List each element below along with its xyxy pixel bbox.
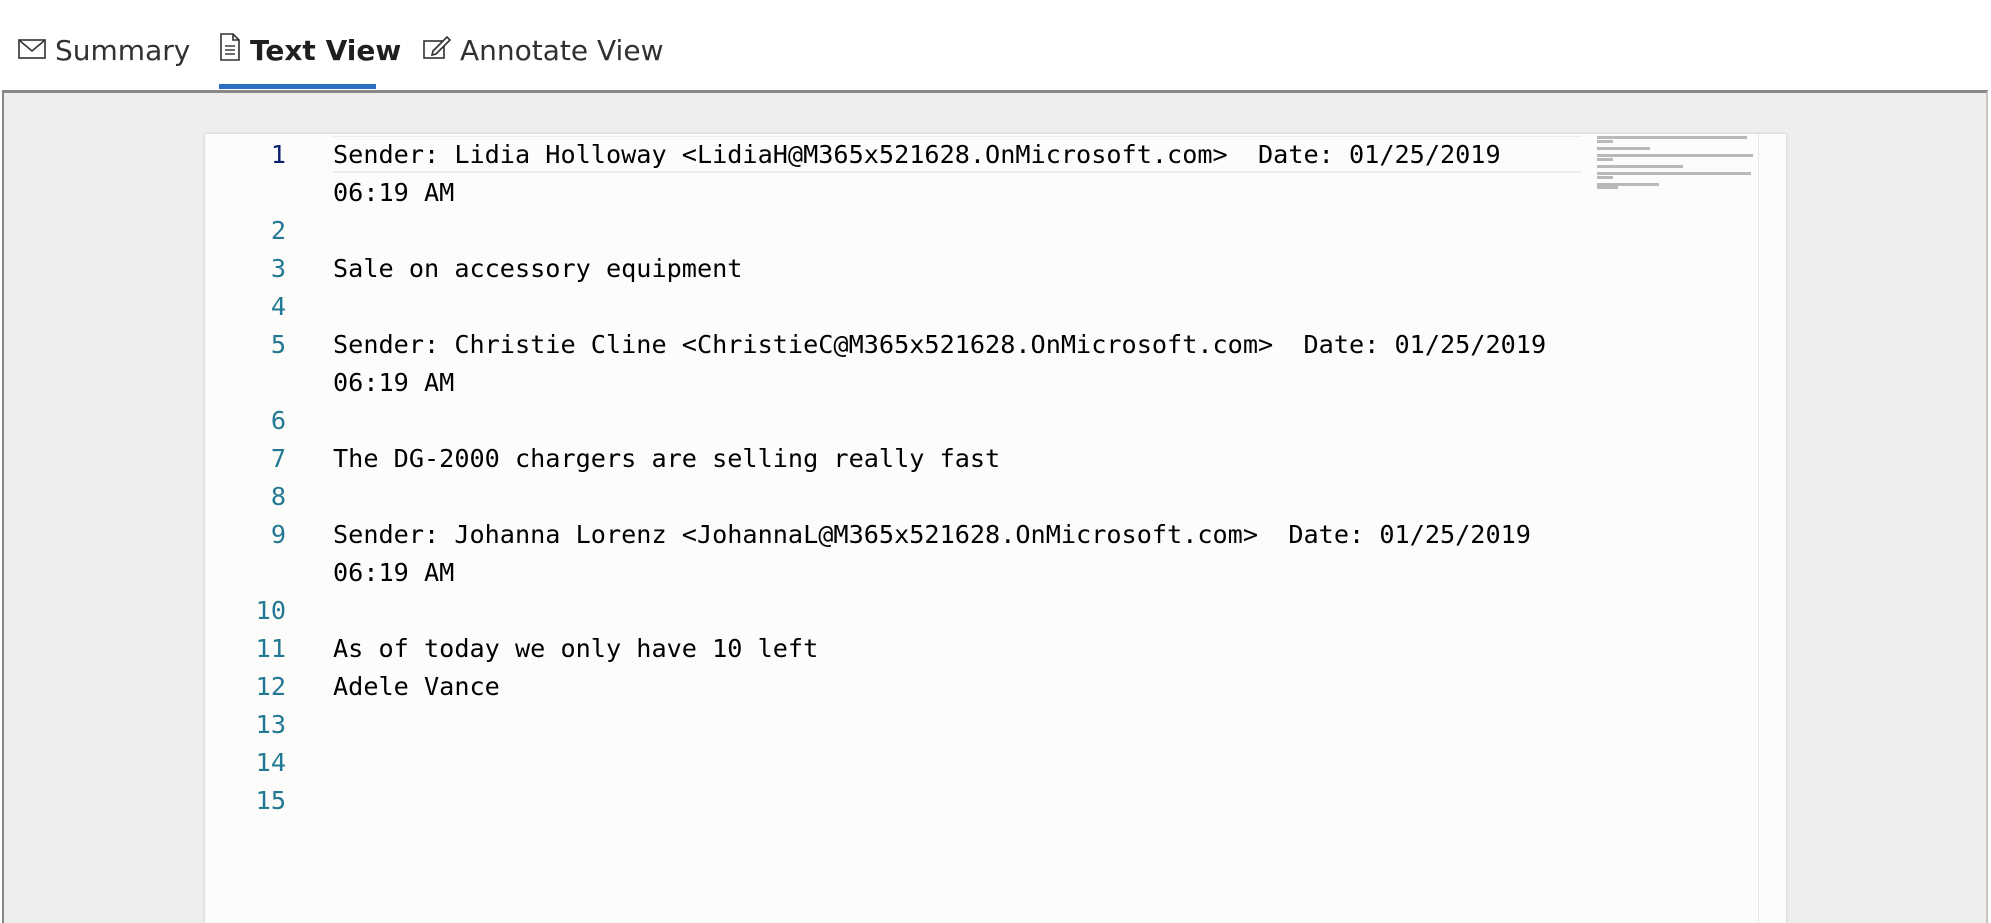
- line-text: Sender: Johanna Lorenz <JohannaL@M365x52…: [333, 520, 1531, 549]
- editor-line[interactable]: 4: [205, 288, 1786, 326]
- editor-line[interactable]: 1 Sender: Lidia Holloway <LidiaH@M365x521…: [205, 136, 1786, 174]
- tab-summary-label: Summary: [55, 33, 191, 67]
- edit-icon: [423, 34, 452, 67]
- line-number: 6: [270, 406, 286, 435]
- editor-line[interactable]: 8: [205, 478, 1786, 516]
- tab-text-view-label: Text View: [250, 33, 402, 67]
- line-number: 7: [270, 444, 286, 473]
- line-text: Sender: Christie Cline <ChristieC@M365x5…: [333, 330, 1547, 359]
- editor-line[interactable]: 11 As of today we only have 10 left: [205, 630, 1786, 668]
- line-number: 15: [255, 786, 286, 815]
- line-number: 4: [270, 292, 286, 321]
- tab-text-view[interactable]: Text View: [219, 28, 401, 72]
- line-number: 11: [255, 634, 286, 663]
- line-text: Adele Vance: [333, 672, 500, 701]
- tab-bar: Summary Text View Annotate View: [0, 0, 1991, 91]
- line-text: 06:19 AM: [333, 178, 455, 207]
- line-text: As of today we only have 10 left: [333, 634, 819, 663]
- line-number: 3: [270, 254, 286, 283]
- editor-line[interactable]: 14: [205, 744, 1786, 782]
- line-number: 14: [255, 748, 286, 777]
- editor-line[interactable]: 3 Sale on accessory equipment: [205, 250, 1786, 288]
- active-tab-indicator: [219, 84, 376, 89]
- editor-line[interactable]: 06:19 AM: [205, 554, 1786, 592]
- editor-line[interactable]: 2: [205, 212, 1786, 250]
- editor-line[interactable]: 15: [205, 782, 1786, 820]
- line-number: 10: [255, 596, 286, 625]
- line-text: 06:19 AM: [333, 558, 455, 587]
- line-number: 1: [270, 140, 286, 169]
- line-number: 8: [270, 482, 286, 511]
- tab-summary[interactable]: Summary: [18, 28, 190, 72]
- editor-line[interactable]: 7 The DG-2000 chargers are selling really…: [205, 440, 1786, 478]
- text-editor[interactable]: 1 Sender: Lidia Holloway <LidiaH@M365x521…: [205, 134, 1786, 923]
- tab-annotate-view-label: Annotate View: [460, 33, 664, 67]
- editor-line[interactable]: 13: [205, 706, 1786, 744]
- mail-icon: [18, 34, 46, 67]
- line-text: 06:19 AM: [333, 368, 455, 397]
- line-number: 13: [255, 710, 286, 739]
- editor-line[interactable]: 10: [205, 592, 1786, 630]
- line-text: Sender: Lidia Holloway <LidiaH@M365x5216…: [333, 140, 1501, 169]
- line-number: 2: [270, 216, 286, 245]
- line-number: 9: [270, 520, 286, 549]
- document-icon: [219, 32, 241, 68]
- editor-line[interactable]: 9 Sender: Johanna Lorenz <JohannaL@M365x5…: [205, 516, 1786, 554]
- line-number: 5: [270, 330, 286, 359]
- line-number: 12: [255, 672, 286, 701]
- line-text: The DG-2000 chargers are selling really …: [333, 444, 1001, 473]
- editor-line[interactable]: 06:19 AM: [205, 174, 1786, 212]
- editor-line[interactable]: 5 Sender: Christie Cline <ChristieC@M365x…: [205, 326, 1786, 364]
- editor-line[interactable]: 06:19 AM: [205, 364, 1786, 402]
- line-text: Sale on accessory equipment: [333, 254, 743, 283]
- tab-annotate-view[interactable]: Annotate View: [423, 28, 663, 72]
- editor-line[interactable]: 6: [205, 402, 1786, 440]
- editor-line[interactable]: 12 Adele Vance: [205, 668, 1786, 706]
